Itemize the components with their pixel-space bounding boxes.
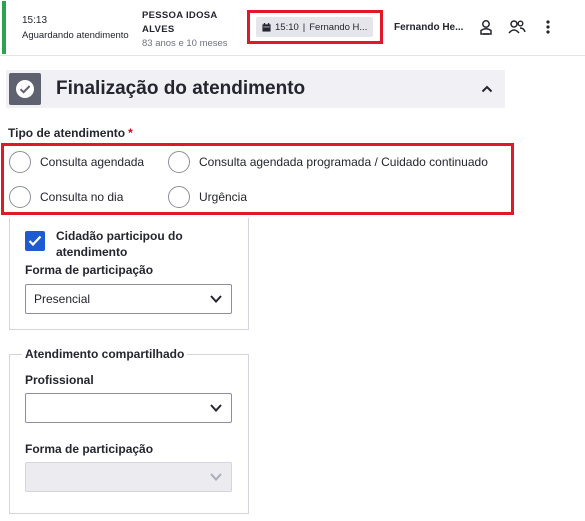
profissional-select[interactable] <box>25 393 232 423</box>
tipo-atendimento-label-text: Tipo de atendimento <box>8 126 126 140</box>
section-title: Finalização do atendimento <box>56 78 306 99</box>
checkbox-label-line1: Cidadão participou do <box>56 229 183 243</box>
compartilhado-forma-select <box>25 462 232 492</box>
required-mark: * <box>128 126 133 140</box>
doctor-icon[interactable] <box>476 17 496 37</box>
patient-age: 83 anos e 10 meses <box>142 38 228 49</box>
chevron-down-icon <box>210 473 222 481</box>
highlight-box-schedule <box>247 10 383 44</box>
cidadao-participou-label: Cidadão participou do atendimento <box>56 228 183 260</box>
forma-participacao-label: Forma de participação <box>25 263 154 277</box>
patient-name-line2: ALVES <box>142 24 175 35</box>
chevron-down-icon <box>210 404 222 412</box>
patient-name-line1: PESSOA IDOSA <box>142 10 218 21</box>
highlight-box-tipo-atendimento <box>1 143 514 215</box>
chevron-up-icon[interactable] <box>478 80 496 98</box>
professional-name: Fernando He... <box>394 22 464 33</box>
status-indicator <box>2 1 6 54</box>
profissional-label: Profissional <box>25 373 94 387</box>
people-icon[interactable] <box>507 17 527 37</box>
patient-row[interactable]: 15:13 Aguardando atendimento PESSOA IDOS… <box>0 0 585 56</box>
forma-participacao-select[interactable]: Presencial <box>25 284 232 314</box>
patient-name: PESSOA IDOSA ALVES <box>142 9 218 37</box>
select-value: Presencial <box>34 292 91 306</box>
tipo-atendimento-label: Tipo de atendimento * <box>8 126 133 140</box>
cidadao-participou-checkbox[interactable] <box>25 231 45 251</box>
more-vertical-icon[interactable] <box>538 17 558 37</box>
checkbox-label-line2: atendimento <box>56 245 128 259</box>
chevron-down-icon <box>210 295 222 303</box>
check-circle-icon <box>9 73 41 105</box>
patient-status: Aguardando atendimento <box>22 30 129 41</box>
section-header[interactable]: Finalização do atendimento <box>6 70 505 108</box>
compartilhado-title: Atendimento compartilhado <box>22 347 188 361</box>
compartilhado-forma-label: Forma de participação <box>25 442 154 456</box>
arrival-time: 15:13 <box>22 15 48 26</box>
